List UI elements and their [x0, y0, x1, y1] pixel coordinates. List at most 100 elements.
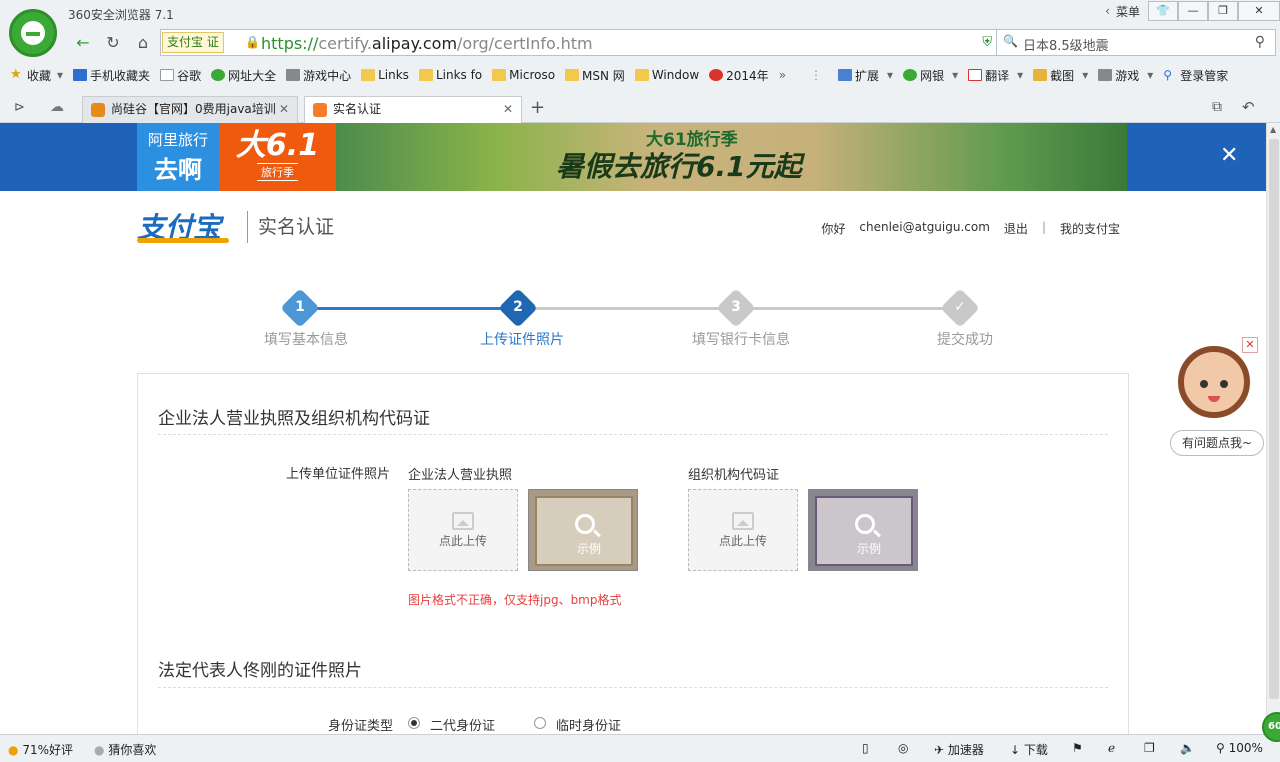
- ie-icon[interactable]: ℯ: [1108, 741, 1115, 755]
- scroll-up-icon[interactable]: ▲: [1270, 125, 1276, 134]
- download-item[interactable]: ↓ 下载: [1010, 741, 1048, 758]
- search-box[interactable]: 🔍 日本8.5级地震 ⚲: [996, 29, 1276, 56]
- speaker-icon[interactable]: 🔈: [1180, 741, 1195, 755]
- toolbar-bank[interactable]: 网银 ▾: [903, 67, 958, 84]
- zoom-level: 100%: [1228, 741, 1263, 755]
- shield-icon[interactable]: ⛨: [982, 35, 992, 50]
- toolbar-extend[interactable]: 扩展 ▾: [838, 67, 893, 84]
- extension-icon: [838, 69, 853, 81]
- magnifier-icon: ⚲: [1163, 68, 1173, 82]
- compass-icon[interactable]: ◎: [898, 741, 908, 755]
- accelerator-text: 加速器: [947, 743, 984, 757]
- sidebar-toggle-icon[interactable]: ⊳: [14, 100, 25, 115]
- chevron-left-icon[interactable]: ‹: [1105, 4, 1110, 18]
- bookmark-item[interactable]: Links: [361, 68, 409, 82]
- cloud-icon[interactable]: ☁: [50, 99, 64, 115]
- toolbar-screenshot[interactable]: 截图 ▾: [1033, 67, 1088, 84]
- alipay-logo[interactable]: 支付宝: [137, 206, 229, 246]
- site-header: 支付宝 实名认证 你好 chenlei@atguigu.com 退出 | 我的支…: [0, 191, 1266, 261]
- close-tab-icon[interactable]: ✕: [503, 97, 513, 122]
- bookmark-item[interactable]: Microso: [492, 68, 555, 82]
- window-icon[interactable]: ❐: [1144, 741, 1155, 755]
- maximize-button[interactable]: ❐: [1208, 1, 1238, 21]
- tab-certify[interactable]: 实名认证 ✕: [304, 96, 522, 123]
- step-line: [313, 307, 505, 310]
- guess-item[interactable]: ● 猜你喜欢: [94, 741, 156, 758]
- bookmark-item[interactable]: Links fo: [418, 68, 482, 82]
- radio-label[interactable]: 临时身份证: [556, 715, 621, 734]
- folder-icon: [492, 69, 507, 81]
- radio-second-gen-id[interactable]: [408, 717, 420, 729]
- scrollbar[interactable]: ▲: [1266, 123, 1280, 734]
- cert-badge[interactable]: 支付宝 证: [162, 32, 224, 53]
- logout-link[interactable]: 退出: [1004, 220, 1028, 237]
- bookmark-item[interactable]: 2014年: [709, 67, 769, 84]
- browser-chrome: 360安全浏览器 7.1 ‹ 菜单 👕 — ❐ ✕ ← ↻ ⌂ 支付宝 证 🔒 …: [0, 0, 1280, 123]
- bookmark-label: 2014年: [726, 68, 769, 83]
- toolbar-label: 登录管家: [1180, 68, 1229, 83]
- refresh-button[interactable]: ↻: [100, 31, 126, 55]
- flag-icon[interactable]: ⚑: [1072, 741, 1083, 755]
- promo-banner[interactable]: 阿里旅行 去啊 大6.1 旅行季 大61旅行季 暑假去旅行6.1元起 ✕: [0, 123, 1266, 191]
- url-text[interactable]: https://certify.alipay.com/org/certInfo.…: [261, 34, 593, 53]
- radio-temp-id[interactable]: [534, 717, 546, 729]
- close-tab-icon[interactable]: ✕: [279, 97, 289, 122]
- greeting: 你好: [821, 222, 846, 236]
- search-input[interactable]: 日本8.5级地震: [1023, 35, 1109, 54]
- separator-icon: ⋮: [810, 68, 823, 82]
- back-button[interactable]: ←: [70, 31, 96, 55]
- bookmark-item[interactable]: Window: [634, 68, 699, 82]
- minimize-button[interactable]: —: [1178, 1, 1208, 21]
- bookmark-label: 手机收藏夹: [90, 68, 151, 83]
- zoom-item[interactable]: ⚲ 100%: [1216, 741, 1263, 755]
- restore-tabs-icon[interactable]: ⧉: [1212, 99, 1222, 115]
- browser-logo-icon[interactable]: [9, 9, 57, 57]
- address-bar[interactable]: 支付宝 证 🔒 https://certify.alipay.com/org/c…: [160, 29, 1054, 56]
- help-button[interactable]: 有问题点我~: [1170, 430, 1264, 456]
- banner-close-icon[interactable]: ✕: [1220, 143, 1238, 168]
- license-sample[interactable]: 示例: [528, 489, 638, 571]
- close-button[interactable]: ✕: [1238, 1, 1280, 21]
- bookmark-item[interactable]: MSN 网: [565, 67, 625, 84]
- rating-item[interactable]: ● 71%好评: [8, 741, 73, 758]
- more-bookmarks-icon[interactable]: »: [779, 68, 786, 82]
- page-icon: [160, 69, 175, 81]
- close-icon[interactable]: ✕: [1242, 337, 1258, 353]
- my-alipay-link[interactable]: 我的支付宝: [1060, 220, 1120, 237]
- accelerator-item[interactable]: ✈ 加速器: [934, 741, 984, 758]
- bookmark-item[interactable]: 手机收藏夹: [73, 67, 150, 84]
- upload-text: 点此上传: [438, 534, 487, 548]
- tab-atguigu[interactable]: 尚硅谷【官网】0费用java培训 ✕: [82, 96, 298, 123]
- toolbar-games[interactable]: 游戏 ▾: [1098, 67, 1153, 84]
- upload-text: 点此上传: [718, 534, 767, 548]
- nav-separator: |: [1041, 220, 1046, 234]
- download-text: 下载: [1023, 743, 1048, 757]
- bookmark-item[interactable]: 谷歌: [160, 67, 201, 84]
- toolbar-label: 网银: [920, 68, 945, 83]
- phone-icon[interactable]: ▯: [862, 741, 869, 755]
- bookmark-item[interactable]: ★ 收藏 ▾: [10, 67, 63, 84]
- new-tab-button[interactable]: +: [530, 97, 545, 118]
- search-icon[interactable]: ⚲: [1255, 34, 1265, 50]
- help-widget[interactable]: ✕ 有问题点我~: [1170, 336, 1264, 466]
- undo-icon[interactable]: ↶: [1242, 98, 1255, 116]
- home-button[interactable]: ⌂: [130, 31, 156, 55]
- toolbar-login-manager[interactable]: ⚲ 登录管家: [1163, 67, 1228, 84]
- license-label: 企业法人营业执照: [408, 468, 513, 483]
- search-engine-icon[interactable]: 🔍: [1003, 34, 1018, 48]
- menu-button[interactable]: 菜单: [1116, 3, 1140, 20]
- tab-bar: ⊳ ☁ 尚硅谷【官网】0费用java培训 ✕ 实名认证 ✕ + ⧉ ↶: [0, 93, 1280, 123]
- toolbar-translate[interactable]: 翻译 ▾: [968, 67, 1023, 84]
- scroll-thumb[interactable]: [1269, 139, 1279, 699]
- org-code-upload-button[interactable]: 点此上传: [688, 489, 798, 571]
- skin-icon[interactable]: 👕: [1148, 1, 1178, 21]
- org-code-sample[interactable]: 示例: [808, 489, 918, 571]
- bookmark-label: Microso: [509, 68, 556, 82]
- license-upload-button[interactable]: 点此上传: [408, 489, 518, 571]
- bookmark-item[interactable]: 游戏中心: [286, 67, 351, 84]
- bookmark-item[interactable]: 网址大全: [211, 67, 276, 84]
- app-title: 360安全浏览器 7.1: [68, 8, 174, 22]
- radio-label[interactable]: 二代身份证: [430, 715, 495, 734]
- toolbar-label: 翻译: [985, 68, 1010, 83]
- banner-image: 大61旅行季 暑假去旅行6.1元起: [336, 123, 1127, 191]
